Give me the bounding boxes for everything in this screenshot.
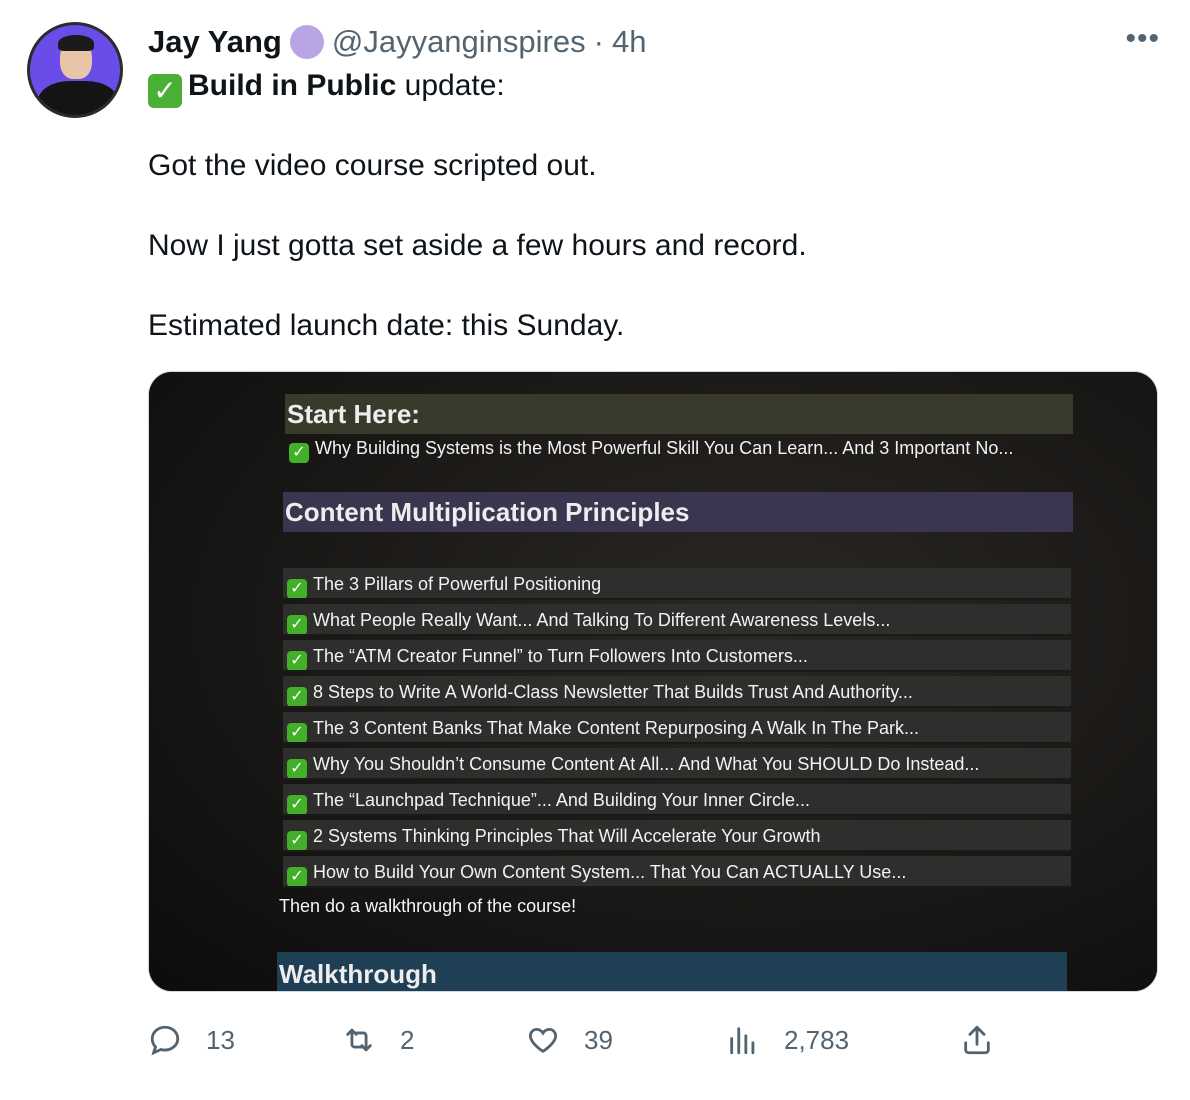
- media-section-start: Start Here:: [285, 394, 1073, 434]
- retweet-icon: [346, 1028, 372, 1052]
- bar-chart-icon: [730, 1027, 755, 1055]
- avatar[interactable]: [27, 22, 123, 118]
- media-section-walkthrough: Walkthrough: [277, 952, 1067, 991]
- check-mark-icon: ✓: [289, 443, 309, 463]
- media-list-item: ✓ Why You Shouldn’t Consume Content At Al…: [283, 748, 1071, 780]
- check-mark-icon: ✓: [287, 759, 307, 778]
- media-list-item-text: 2 Systems Thinking Principles That Will …: [313, 826, 821, 846]
- share-button[interactable]: [960, 1016, 994, 1064]
- check-mark-icon: ✓: [287, 579, 307, 598]
- media-start-item: ✓ Why Building Systems is the Most Powerf…: [285, 434, 1013, 463]
- tweet-line-1: ✓ Build in Public update:: [148, 66, 505, 108]
- media-list-item: ✓ The “Launchpad Technique”... And Buildi…: [283, 784, 1071, 816]
- check-mark-icon: ✓: [287, 615, 307, 634]
- media-list-item-text: The 3 Pillars of Powerful Positioning: [313, 574, 602, 594]
- media-list-item: ✓ What People Really Want... And Talking …: [283, 604, 1071, 636]
- check-mark-icon: ✓: [287, 831, 307, 850]
- tweet-line-2: Got the video course scripted out.: [148, 149, 597, 182]
- media-list-item-text: How to Build Your Own Content System... …: [313, 862, 907, 882]
- more-options-icon[interactable]: •••: [1125, 24, 1160, 54]
- tweet-line-1-rest: update:: [396, 69, 505, 102]
- media-list-item-text: 8 Steps to Write A World-Class Newslette…: [313, 682, 913, 702]
- media-list-item: ✓ 2 Systems Thinking Principles That Will…: [283, 820, 1071, 852]
- tweet-actions: 13 2 39 2,783: [0, 1016, 1190, 1064]
- media-section-content: Content Multiplication Principles: [283, 492, 1073, 532]
- media-list-item: ✓ The 3 Pillars of Powerful Positioning: [283, 568, 1071, 600]
- media-list-item-text: The “Launchpad Technique”... And Buildin…: [313, 790, 810, 810]
- avatar-body: [38, 81, 118, 115]
- views-count: 2,783: [784, 1024, 850, 1055]
- check-mark-icon: ✓: [287, 651, 307, 670]
- like-count: 39: [584, 1024, 613, 1055]
- retweet-button[interactable]: 2: [342, 1016, 414, 1064]
- media-list-item: ✓ 8 Steps to Write A World-Class Newslett…: [283, 676, 1071, 708]
- check-mark-icon: ✓: [287, 723, 307, 742]
- media-list-item: ✓ The “ATM Creator Funnel” to Turn Follow…: [283, 640, 1071, 672]
- tweet-header: Jay Yang @Jayyanginspires · 4h: [148, 22, 646, 62]
- verified-badge-icon: [289, 25, 324, 59]
- reply-count: 13: [206, 1024, 235, 1055]
- reply-icon: [150, 1025, 180, 1056]
- tweet-line-3: Now I just gotta set aside a few hours a…: [148, 229, 807, 262]
- tweet-line-1-bold: Build in Public: [188, 69, 397, 102]
- retweet-count: 2: [400, 1024, 415, 1055]
- tweet-media-image[interactable]: Start Here: ✓ Why Building Systems is the…: [148, 371, 1158, 992]
- handle[interactable]: @Jayyanginspires: [332, 24, 586, 60]
- tweet-line-4: Estimated launch date: this Sunday.: [148, 309, 625, 342]
- views-button[interactable]: 2,783: [726, 1016, 849, 1064]
- avatar-hair: [58, 35, 94, 51]
- check-mark-icon: ✓: [287, 687, 307, 706]
- reply-button[interactable]: 13: [148, 1016, 235, 1064]
- media-start-item-text: Why Building Systems is the Most Powerfu…: [315, 438, 1014, 458]
- like-button[interactable]: 39: [526, 1016, 613, 1064]
- check-mark-icon: ✓: [287, 795, 307, 814]
- check-mark-icon: ✓: [148, 74, 182, 108]
- media-list-item-text: The “ATM Creator Funnel” to Turn Followe…: [313, 646, 808, 666]
- media-list-item-text: What People Really Want... And Talking T…: [313, 610, 891, 630]
- share-icon: [964, 1025, 990, 1055]
- media-list-item-text: Why You Shouldn’t Consume Content At All…: [313, 754, 980, 774]
- heart-icon: [529, 1027, 557, 1054]
- media-list-item: ✓ The 3 Content Banks That Make Content R…: [283, 712, 1071, 744]
- check-mark-icon: ✓: [287, 867, 307, 886]
- media-list-item-text: The 3 Content Banks That Make Content Re…: [313, 718, 919, 738]
- separator: ·: [593, 24, 604, 59]
- display-name[interactable]: Jay Yang: [148, 24, 282, 60]
- timestamp[interactable]: 4h: [612, 24, 646, 60]
- media-list-item: ✓ How to Build Your Own Content System...…: [283, 856, 1071, 888]
- media-note: Then do a walkthrough of the course!: [279, 896, 577, 916]
